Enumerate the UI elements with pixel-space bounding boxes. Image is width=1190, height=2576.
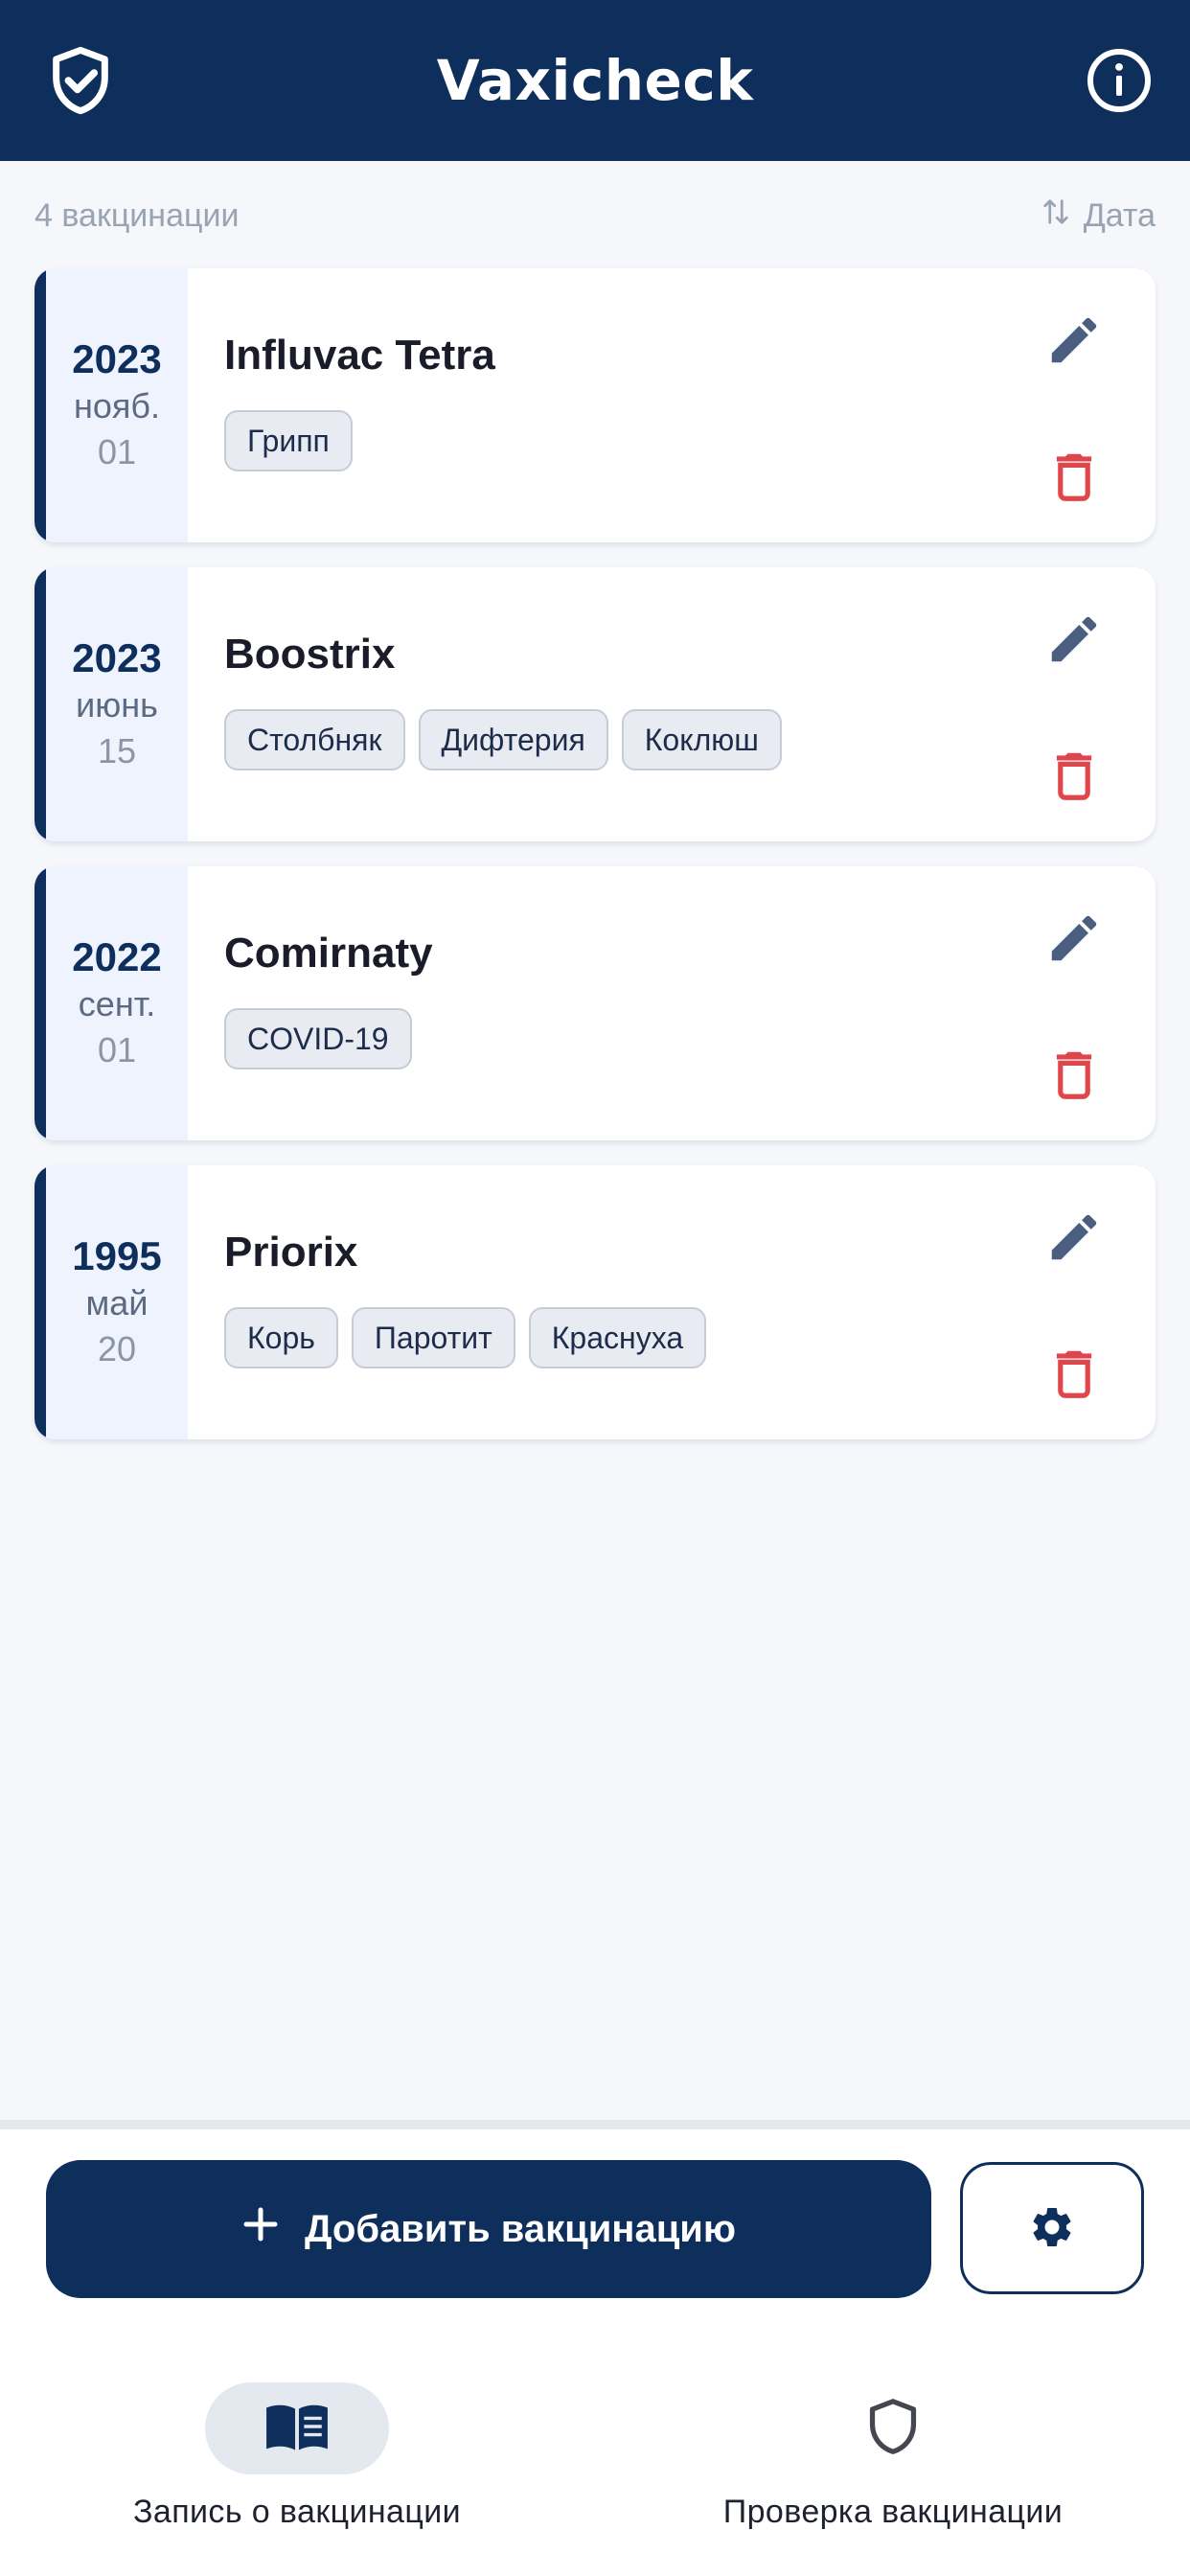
nav-label: Проверка вакцинации (722, 2494, 1064, 2530)
vaccine-name: Comirnaty (224, 930, 433, 977)
card-accent-stripe (34, 567, 46, 841)
nav-item-vaccination-record[interactable]: Запись о вакцинации (29, 2382, 565, 2536)
nav-item-vaccination-check[interactable]: Проверка вакцинации (625, 2382, 1161, 2536)
vaccination-count: 4 вакцинации (34, 196, 240, 234)
date-year: 1995 (72, 1233, 162, 1278)
vaccine-name: Influvac Tetra (224, 332, 495, 379)
date-month: июнь (76, 685, 158, 724)
edit-pencil-icon[interactable] (1044, 1208, 1104, 1267)
vaccine-name: Boostrix (224, 631, 396, 678)
date-year: 2022 (72, 934, 162, 979)
vaccination-card[interactable]: 2023 нояб. 01 Influvac Tetra Грипп (34, 268, 1156, 542)
info-icon[interactable] (1085, 46, 1154, 115)
list-subheader: 4 вакцинации Дата (34, 192, 1156, 240)
card-accent-stripe (34, 866, 46, 1140)
settings-button[interactable] (960, 2162, 1144, 2294)
vaccine-name: Priorix (224, 1229, 358, 1276)
app-title: Vaxicheck (436, 48, 754, 113)
add-vaccination-label: Добавить вакцинацию (304, 2207, 737, 2250)
nav-label: Запись о вакцинации (132, 2494, 462, 2530)
disease-tag: Столбняк (224, 709, 405, 770)
disease-tags: Столбняк Дифтерия Коклюш (224, 709, 782, 770)
date-panel: 2023 июнь 15 (46, 567, 188, 841)
nav-active-indicator (205, 2382, 389, 2474)
disease-tag: Грипп (224, 410, 353, 472)
date-day: 01 (97, 432, 137, 472)
date-month: сент. (78, 984, 156, 1024)
edit-pencil-icon[interactable] (1044, 610, 1104, 669)
sort-arrows-icon (1041, 196, 1070, 237)
edit-pencil-icon[interactable] (1044, 310, 1104, 370)
disease-tag: COVID-19 (224, 1008, 412, 1070)
date-month: нояб. (73, 386, 161, 426)
disease-tags: Корь Паротит Краснуха (224, 1307, 707, 1368)
date-panel: 2023 нояб. 01 (46, 268, 188, 542)
sort-button[interactable]: Дата (1041, 196, 1156, 237)
date-panel: 1995 май 20 (46, 1165, 188, 1439)
book-icon (263, 2401, 331, 2457)
plus-icon (241, 2205, 280, 2253)
delete-trash-icon[interactable] (1044, 447, 1104, 506)
date-day: 20 (97, 1329, 137, 1368)
app-header: Vaxicheck (0, 0, 1190, 161)
date-month: май (85, 1283, 149, 1322)
disease-tag: Корь (224, 1307, 338, 1368)
shield-icon (865, 2397, 921, 2461)
sort-label: Дата (1083, 196, 1156, 234)
delete-trash-icon[interactable] (1044, 1344, 1104, 1403)
disease-tag: Краснуха (528, 1307, 707, 1368)
shield-check-icon[interactable] (44, 44, 117, 117)
date-year: 2023 (72, 635, 162, 680)
date-day: 15 (97, 731, 137, 770)
delete-trash-icon[interactable] (1044, 1045, 1104, 1104)
vaccination-card[interactable]: 2022 сент. 01 Comirnaty COVID-19 (34, 866, 1156, 1140)
edit-pencil-icon[interactable] (1044, 908, 1104, 968)
delete-trash-icon[interactable] (1044, 746, 1104, 805)
bottom-divider (0, 2120, 1190, 2129)
disease-tag: Паротит (351, 1307, 515, 1368)
date-day: 01 (97, 1030, 137, 1070)
date-year: 2023 (72, 336, 162, 381)
disease-tag: Коклюш (621, 709, 782, 770)
card-accent-stripe (34, 1165, 46, 1439)
vaccination-card[interactable]: 1995 май 20 Priorix Корь Паротит Краснух… (34, 1165, 1156, 1439)
add-vaccination-button[interactable]: Добавить вакцинацию (46, 2160, 931, 2298)
gear-icon (1028, 2203, 1076, 2254)
disease-tags: COVID-19 (224, 1008, 412, 1070)
disease-tag: Дифтерия (418, 709, 608, 770)
vaccination-card[interactable]: 2023 июнь 15 Boostrix Столбняк Дифтерия … (34, 567, 1156, 841)
date-panel: 2022 сент. 01 (46, 866, 188, 1140)
card-accent-stripe (34, 268, 46, 542)
disease-tags: Грипп (224, 410, 353, 472)
nav-icon-wrap (801, 2382, 985, 2474)
